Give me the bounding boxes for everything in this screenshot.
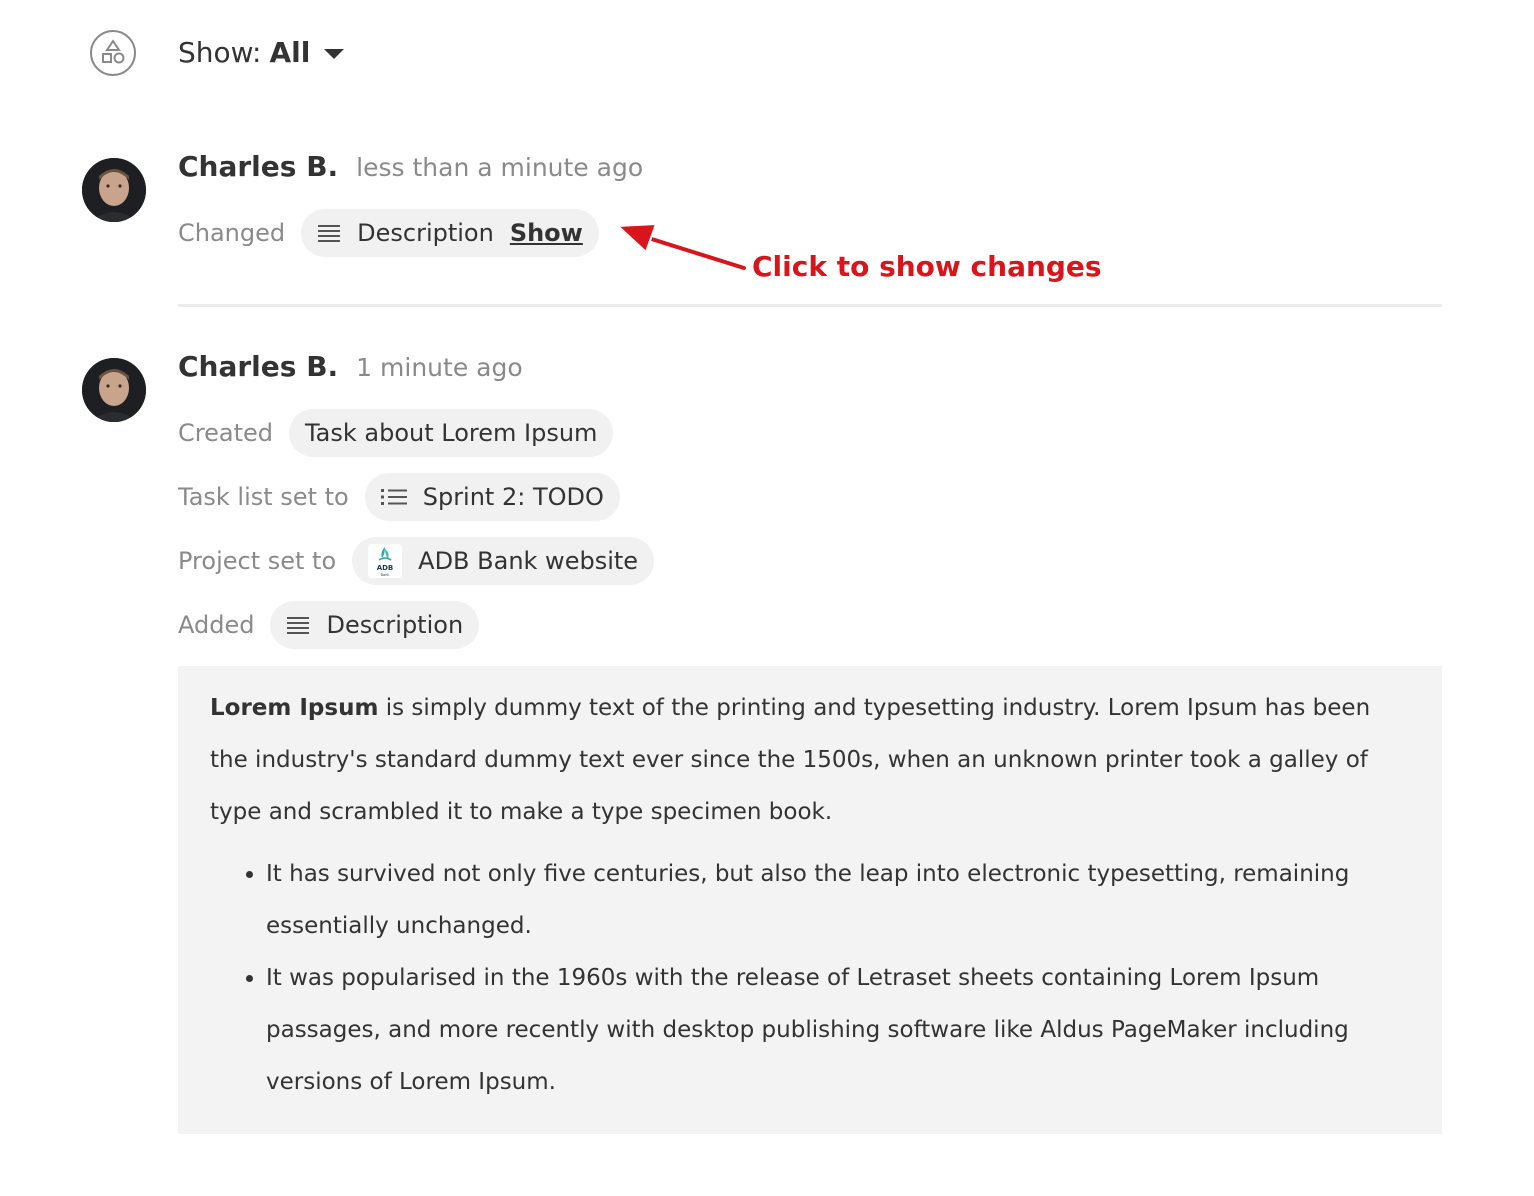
caret-down-icon — [324, 48, 345, 59]
timestamp: 1 minute ago — [356, 353, 523, 382]
row-label: Added — [178, 611, 255, 639]
divider — [178, 304, 1442, 307]
adb-logo-subtext: Bank — [381, 573, 391, 577]
chip-label: Task about Lorem Ipsum — [304, 419, 598, 447]
task-chip[interactable]: Task about Lorem Ipsum — [288, 409, 614, 457]
activity-row-changed: Changed Description Show — [178, 209, 599, 257]
avatar — [82, 358, 146, 422]
show-filter-value: All — [269, 36, 311, 69]
description-content: Lorem Ipsum is simply dummy text of the … — [178, 666, 1442, 1134]
row-label: Task list set to — [178, 483, 349, 511]
annotation-arrow-icon — [615, 222, 748, 272]
activity-row-task-list: Task list set to Sprint 2: TODO — [178, 473, 620, 521]
show-changes-link[interactable]: Show — [510, 219, 583, 247]
chip-label: Description — [326, 611, 464, 639]
description-paragraph: Lorem Ipsum is simply dummy text of the … — [210, 682, 1412, 838]
description-chip: Description Show — [301, 209, 599, 257]
show-filter-label: Show: — [178, 36, 262, 69]
timestamp: less than a minute ago — [356, 153, 644, 182]
description-lead-bold: Lorem Ipsum — [210, 695, 379, 721]
author-name: Charles B. — [178, 150, 339, 183]
list-icon — [380, 487, 407, 507]
chip-label: Sprint 2: TODO — [422, 483, 604, 511]
adb-bank-logo: ADB Bank — [368, 544, 403, 578]
adb-logo-text: ADB — [377, 564, 394, 572]
text-lines-icon — [317, 223, 341, 243]
activity-header: Charles B. less than a minute ago — [178, 150, 643, 183]
row-label: Project set to — [178, 547, 337, 575]
chip-label: ADB Bank website — [418, 547, 639, 575]
author-name: Charles B. — [178, 350, 339, 383]
description-lead-text: is simply dummy text of the printing and… — [210, 695, 1371, 825]
chip-label: Description — [357, 219, 494, 247]
activity-header: Charles B. 1 minute ago — [178, 350, 523, 383]
description-bullet-list: It has survived not only five centuries,… — [210, 848, 1412, 1108]
task-list-chip[interactable]: Sprint 2: TODO — [364, 473, 620, 521]
activity-row-added: Added Description — [178, 601, 480, 649]
list-item: It has survived not only five centuries,… — [266, 848, 1412, 952]
row-label: Changed — [178, 219, 286, 247]
row-label: Created — [178, 419, 273, 447]
list-item: It was popularised in the 1960s with the… — [266, 952, 1412, 1108]
text-lines-icon — [286, 615, 310, 635]
description-chip: Description — [270, 601, 480, 649]
annotation-text: Click to show changes — [752, 250, 1102, 283]
activity-row-project: Project set to ADB Bank ADB Bank website — [178, 537, 655, 585]
shapes-icon — [90, 30, 136, 76]
show-filter-dropdown[interactable]: Show: All — [178, 36, 345, 69]
project-chip[interactable]: ADB Bank ADB Bank website — [352, 537, 655, 585]
avatar — [82, 158, 146, 222]
activity-row-created: Created Task about Lorem Ipsum — [178, 409, 614, 457]
